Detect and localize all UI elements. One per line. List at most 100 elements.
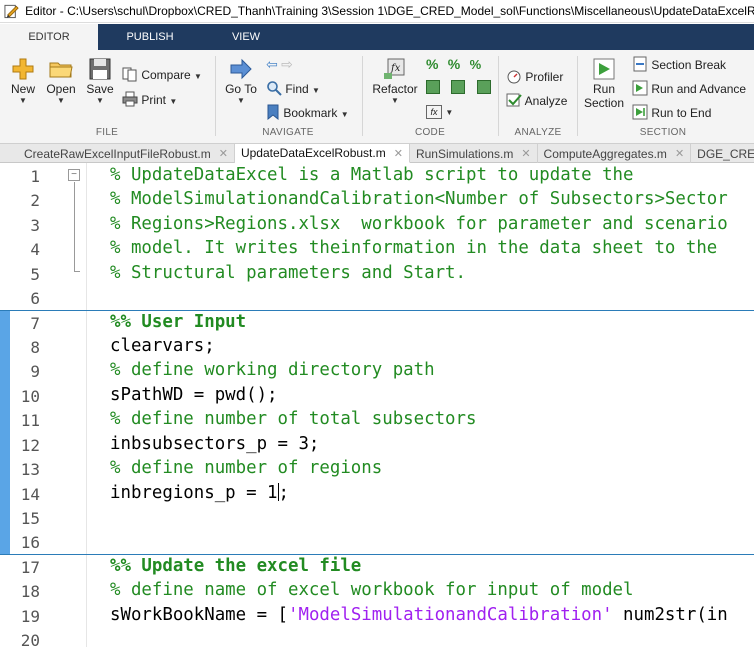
chevron-down-icon: ▼: [237, 96, 245, 105]
new-button[interactable]: New ▼: [6, 56, 40, 105]
uncomment-percent-icon[interactable]: %: [448, 56, 460, 72]
chevron-down-icon: ▼: [19, 96, 27, 105]
doc-tab[interactable]: DGE_CRED: [691, 144, 754, 163]
compare-button[interactable]: Compare ▼: [122, 66, 202, 82]
close-icon[interactable]: ✕: [394, 147, 403, 160]
code-line[interactable]: sPathWD = pwd();: [110, 385, 278, 405]
refactor-button[interactable]: fx Refactor ▼: [370, 56, 420, 105]
line-number: 7: [30, 314, 40, 333]
code-line[interactable]: inbregions_p = 1;: [110, 483, 289, 503]
fold-guide-line: [74, 182, 75, 272]
code-line[interactable]: % model. It writes theinformation in the…: [110, 238, 717, 258]
ribbon-separator: [362, 56, 363, 136]
code-line[interactable]: clearvars;: [110, 336, 215, 356]
print-button[interactable]: Print ▼: [122, 91, 177, 107]
doc-tab[interactable]: CreateRawExcelInputFileRobust.m ✕: [0, 144, 235, 163]
smart-indent-icon[interactable]: [426, 80, 440, 94]
open-button[interactable]: Open ▼: [44, 56, 78, 105]
doc-tab-label: CreateRawExcelInputFileRobust.m: [24, 146, 211, 161]
save-button[interactable]: Save ▼: [84, 56, 116, 105]
increase-indent-icon[interactable]: [451, 80, 466, 94]
wrap-comments-icon[interactable]: %: [470, 57, 482, 72]
code-line[interactable]: % define number of total subsectors: [110, 409, 476, 429]
function-button[interactable]: fx ▼: [426, 104, 453, 119]
fold-guide-end: [74, 271, 80, 272]
code-line[interactable]: sWorkBookName = ['ModelSimulationandCali…: [110, 605, 728, 625]
ribbon-separator: [577, 56, 578, 136]
doc-tab-active[interactable]: UpdateDataExcelRobust.m ✕: [234, 144, 410, 163]
refactor-label: Refactor: [372, 82, 418, 96]
code-line[interactable]: % UpdateDataExcel is a Matlab script to …: [110, 165, 634, 185]
code-line[interactable]: % ModelSimulationandCalibration<Number o…: [110, 189, 728, 209]
doc-tab[interactable]: RunSimulations.m ✕: [410, 144, 538, 163]
chevron-down-icon: ▼: [391, 96, 399, 105]
printer-icon: [122, 91, 138, 107]
run-section-button[interactable]: Run Section: [582, 56, 626, 110]
close-icon[interactable]: ✕: [675, 147, 684, 160]
doc-tab[interactable]: ComputeAggregates.m ✕: [538, 144, 692, 163]
print-label: Print: [141, 93, 167, 107]
code-text: ;: [278, 483, 290, 503]
code-line[interactable]: % define working directory path: [110, 360, 435, 380]
code-line-section-title[interactable]: %% Update the excel file: [110, 556, 361, 576]
open-label: Open: [46, 82, 76, 96]
line-number: 15: [20, 509, 40, 528]
ribbon-toolstrip: New ▼ Open ▼ Save ▼ Compare ▼ Print ▼ FI…: [0, 50, 754, 144]
chevron-down-icon: ▼: [169, 97, 178, 106]
run-and-advance-button[interactable]: Run and Advance: [632, 80, 746, 96]
code-text: sWorkBookName = [: [110, 605, 288, 625]
line-number: 5: [30, 265, 40, 284]
profiler-button[interactable]: Profiler: [506, 68, 563, 84]
code-line-section-title[interactable]: %% User Input: [110, 312, 246, 332]
line-number: 2: [30, 191, 40, 210]
run-to-end-icon: [632, 104, 648, 120]
refactor-fx-icon: fx: [384, 58, 405, 79]
line-number: 9: [30, 362, 40, 381]
tab-editor[interactable]: EDITOR: [0, 24, 98, 50]
bookmark-button[interactable]: Bookmark ▼: [266, 104, 349, 121]
tab-view[interactable]: VIEW: [202, 24, 290, 50]
find-button[interactable]: Find ▼: [266, 80, 320, 96]
goto-button[interactable]: Go To ▼: [222, 56, 260, 105]
section-break-button[interactable]: Section Break: [632, 56, 726, 72]
chevron-down-icon: ▼: [96, 96, 104, 105]
function-fx-icon: fx: [426, 105, 442, 119]
code-line[interactable]: % Structural parameters and Start.: [110, 263, 466, 283]
profiler-label: Profiler: [525, 70, 564, 84]
comment-percent-icon[interactable]: %: [426, 56, 438, 72]
title-bar: Editor - C:\Users\schul\Dropbox\CRED_Tha…: [0, 0, 754, 23]
profiler-stopwatch-icon: [507, 70, 521, 84]
save-disk-icon: [89, 58, 111, 80]
analyze-button[interactable]: Analyze: [506, 92, 567, 108]
window-title: Editor - C:\Users\schul\Dropbox\CRED_Tha…: [25, 4, 754, 18]
line-number: 17: [20, 558, 40, 577]
close-icon[interactable]: ✕: [521, 147, 530, 160]
chevron-down-icon: ▼: [445, 108, 454, 117]
code-editor[interactable]: − 1 2 3 4 5 6 7 8 9 10 11 12 13 14 15 16…: [0, 163, 754, 647]
code-line[interactable]: % define name of excel workbook for inpu…: [110, 580, 634, 600]
doc-tab-label: DGE_CRED: [697, 146, 754, 161]
forward-arrow-icon[interactable]: ⇨: [281, 56, 293, 72]
code-line[interactable]: % Regions>Regions.xlsx workbook for para…: [110, 214, 728, 234]
code-group-label: CODE: [414, 127, 446, 138]
line-number: 13: [20, 460, 40, 479]
file-group-label: FILE: [95, 127, 119, 138]
line-number: 18: [20, 582, 40, 601]
back-forward-buttons[interactable]: ⇦ ⇨: [266, 56, 293, 73]
run-section-icon: [593, 58, 615, 80]
compare-label: Compare: [141, 68, 191, 82]
decrease-indent-icon[interactable]: [476, 80, 491, 94]
back-arrow-icon[interactable]: ⇦: [266, 56, 278, 72]
run-to-end-button[interactable]: Run to End: [632, 104, 711, 120]
indent-buttons[interactable]: [426, 80, 491, 97]
fold-collapse-icon[interactable]: −: [68, 169, 80, 181]
comment-buttons[interactable]: % % %: [426, 56, 481, 72]
doc-tab-label: RunSimulations.m: [415, 146, 514, 161]
section-break-label: Section Break: [651, 58, 727, 72]
line-number: 19: [20, 607, 40, 626]
find-label: Find: [285, 82, 309, 96]
close-icon[interactable]: ✕: [219, 147, 228, 160]
tab-publish[interactable]: PUBLISH: [98, 24, 202, 50]
code-line[interactable]: % define number of regions: [110, 458, 382, 478]
code-line[interactable]: inbsubsectors_p = 3;: [110, 434, 319, 454]
